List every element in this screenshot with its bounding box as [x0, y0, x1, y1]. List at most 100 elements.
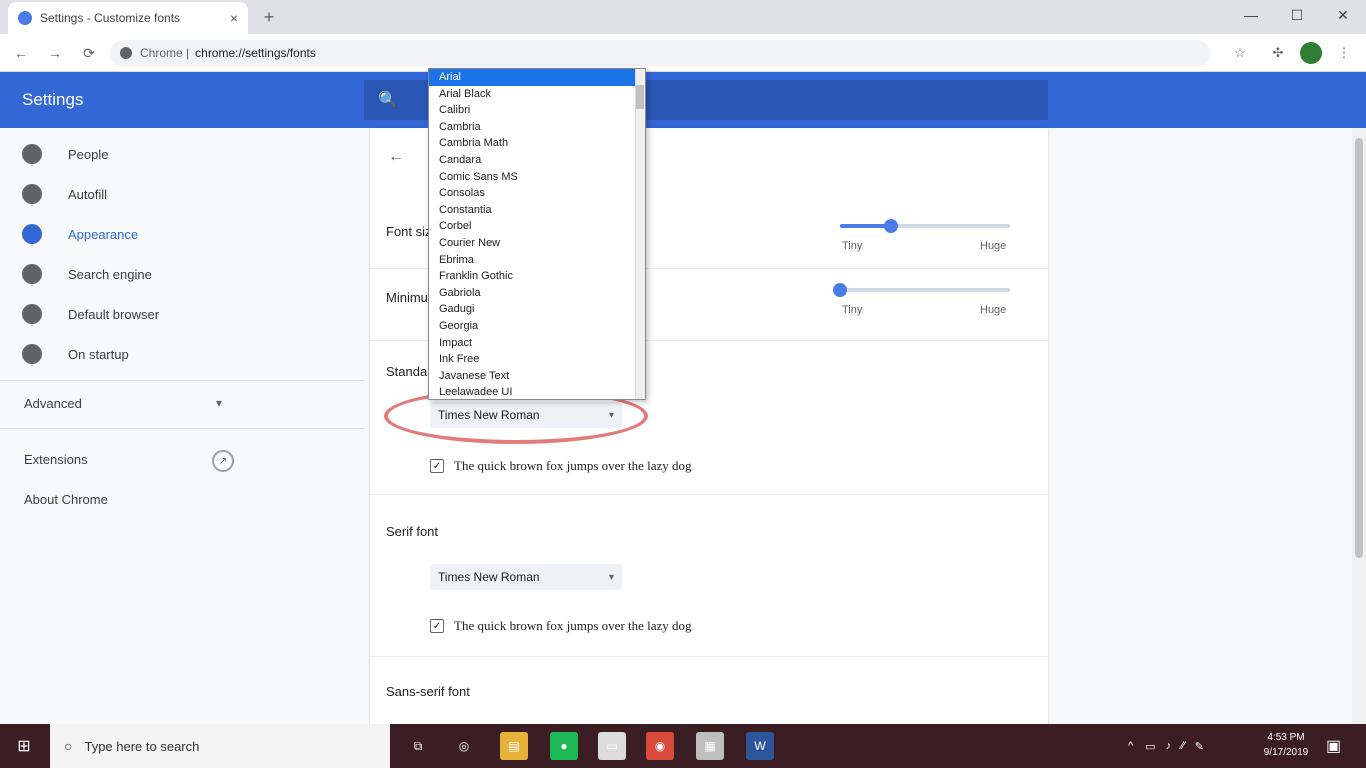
- dropdown-option[interactable]: Arial: [429, 69, 645, 86]
- tab-strip: Settings - Customize fonts × + — ☐ ✕: [0, 0, 1366, 34]
- dropdown-option[interactable]: Franklin Gothic: [429, 268, 645, 285]
- sans-serif-font-label: Sans-serif font: [386, 684, 470, 699]
- taskbar-clock[interactable]: 4:53 PM 9/17/2019: [1258, 730, 1314, 760]
- dropdown-option[interactable]: Constantia: [429, 202, 645, 219]
- dropdown-option[interactable]: Javanese Text: [429, 368, 645, 385]
- sidebar-divider: [0, 428, 364, 429]
- minimize-button[interactable]: —: [1228, 0, 1274, 30]
- select-value: Times New Roman: [438, 408, 540, 422]
- sidebar-item-autofill[interactable]: Autofill: [22, 182, 107, 206]
- row-divider: [370, 656, 1048, 657]
- dropdown-option[interactable]: Impact: [429, 335, 645, 352]
- page-scroll-thumb[interactable]: [1355, 138, 1363, 558]
- page-scrollbar[interactable]: [1352, 128, 1366, 724]
- dropdown-option[interactable]: Calibri: [429, 102, 645, 119]
- back-button[interactable]: ←: [10, 42, 32, 64]
- windows-start-icon[interactable]: ⊞: [0, 724, 48, 768]
- sidebar-advanced[interactable]: Advanced: [24, 396, 82, 411]
- sidebar-item-label: Default browser: [68, 306, 160, 322]
- notepad-icon[interactable]: ▭: [598, 732, 626, 760]
- dropdown-option[interactable]: Gabriola: [429, 285, 645, 302]
- sidebar-item-label: People: [68, 146, 109, 162]
- checkbox[interactable]: ✓: [430, 459, 444, 473]
- network-icon[interactable]: ⁄⁄: [1181, 740, 1185, 752]
- sidebar-item-default-browser[interactable]: Default browser: [22, 302, 159, 326]
- dropdown-options: Arial Arial Black Calibri Cambria Cambria Ma…: [429, 69, 645, 399]
- sidebar-extensions[interactable]: Extensions: [24, 452, 88, 467]
- sidebar-item-on-startup[interactable]: On startup: [22, 342, 129, 366]
- forward-button[interactable]: →: [44, 42, 66, 64]
- volume-icon[interactable]: ♪: [1166, 740, 1172, 752]
- url-text: chrome://settings/fonts: [195, 46, 316, 60]
- profile-avatar[interactable]: [1300, 42, 1322, 64]
- checkbox[interactable]: ✓: [430, 619, 444, 633]
- word-icon[interactable]: W: [746, 732, 774, 760]
- notification-icon[interactable]: ▣: [1326, 724, 1341, 768]
- pen-icon[interactable]: ✎: [1195, 740, 1204, 753]
- autofill-icon: [22, 184, 42, 204]
- slider-min-label: Tiny: [842, 240, 863, 252]
- chevron-down-icon[interactable]: ▾: [216, 396, 222, 410]
- spotify-icon[interactable]: ●: [550, 732, 578, 760]
- sidebar-divider: [0, 380, 364, 381]
- dropdown-option[interactable]: Corbel: [429, 218, 645, 235]
- settings-header: Settings 🔍: [0, 72, 1366, 128]
- sidebar-item-appearance[interactable]: Appearance: [22, 222, 138, 246]
- dropdown-scroll-thumb[interactable]: [636, 85, 644, 109]
- sidebar-item-label: Autofill: [68, 186, 108, 202]
- sidebar-about[interactable]: About Chrome: [24, 492, 108, 507]
- dropdown-option[interactable]: Leelawadee UI: [429, 384, 645, 399]
- battery-icon[interactable]: ▭: [1145, 740, 1155, 753]
- cortana-icon[interactable]: ◎: [450, 732, 478, 760]
- dropdown-option[interactable]: Consolas: [429, 185, 645, 202]
- open-in-new-icon[interactable]: ↗: [212, 450, 234, 472]
- dropdown-option[interactable]: Ebrima: [429, 252, 645, 269]
- dropdown-option[interactable]: Arial Black: [429, 86, 645, 103]
- file-explorer-icon[interactable]: ▤: [500, 732, 528, 760]
- dropdown-scrollbar[interactable]: [635, 69, 645, 399]
- star-icon[interactable]: ☆: [1230, 43, 1250, 63]
- close-window-button[interactable]: ✕: [1320, 0, 1366, 30]
- serif-font-select[interactable]: Times New Roman ▾: [430, 564, 622, 590]
- dropdown-option[interactable]: Comic Sans MS: [429, 169, 645, 186]
- settings-favicon-icon: [18, 11, 32, 25]
- sidebar-item-people[interactable]: People: [22, 142, 108, 166]
- task-view-icon[interactable]: ⧉: [404, 732, 432, 760]
- address-bar[interactable]: Chrome | chrome://settings/fonts: [110, 40, 1210, 66]
- dropdown-option[interactable]: Candara: [429, 152, 645, 169]
- sidebar-item-search-engine[interactable]: Search engine: [22, 262, 152, 286]
- chevron-down-icon: ▾: [608, 571, 614, 583]
- sidebar-item-label: Appearance: [68, 226, 139, 242]
- clock-time: 4:53 PM: [1267, 732, 1305, 743]
- menu-icon[interactable]: ⋮: [1334, 43, 1354, 63]
- chevron-down-icon: ▾: [608, 409, 614, 421]
- dropdown-option[interactable]: Georgia: [429, 318, 645, 335]
- font-dropdown-list[interactable]: Arial Arial Black Calibri Cambria Cambria Ma…: [428, 68, 646, 400]
- new-tab-button[interactable]: +: [258, 6, 280, 28]
- search-icon: ○: [64, 738, 73, 754]
- chrome-icon[interactable]: ◉: [646, 732, 674, 760]
- reload-button[interactable]: ⟳: [78, 42, 100, 64]
- photos-icon[interactable]: ▦: [696, 732, 724, 760]
- browser-icon: [22, 304, 42, 324]
- browser-tab[interactable]: Settings - Customize fonts ×: [8, 2, 248, 34]
- clock-date: 9/17/2019: [1263, 747, 1309, 758]
- standard-font-select[interactable]: Times New Roman ▾: [430, 402, 622, 428]
- dropdown-option[interactable]: Cambria: [429, 119, 645, 136]
- back-arrow-icon[interactable]: ←: [388, 148, 404, 166]
- tab-title: Settings - Customize fonts: [40, 11, 181, 25]
- font-size-slider[interactable]: [840, 219, 1010, 233]
- dropdown-option[interactable]: Gadugi: [429, 301, 645, 318]
- dropdown-option[interactable]: Cambria Math: [429, 135, 645, 152]
- slider-knob[interactable]: [833, 283, 847, 297]
- taskbar-search-box[interactable]: ○ Type here to search: [50, 724, 390, 768]
- min-font-size-slider[interactable]: [833, 283, 1010, 297]
- slider-knob[interactable]: [884, 219, 898, 233]
- extension-icon[interactable]: ✣: [1268, 43, 1288, 63]
- dropdown-option[interactable]: Ink Free: [429, 351, 645, 368]
- maximize-button[interactable]: ☐: [1274, 0, 1320, 30]
- show-hidden-icons-icon[interactable]: ^: [1128, 740, 1133, 752]
- dropdown-option[interactable]: Courier New: [429, 235, 645, 252]
- appearance-icon: [22, 224, 42, 244]
- tab-close-icon[interactable]: ×: [230, 10, 238, 26]
